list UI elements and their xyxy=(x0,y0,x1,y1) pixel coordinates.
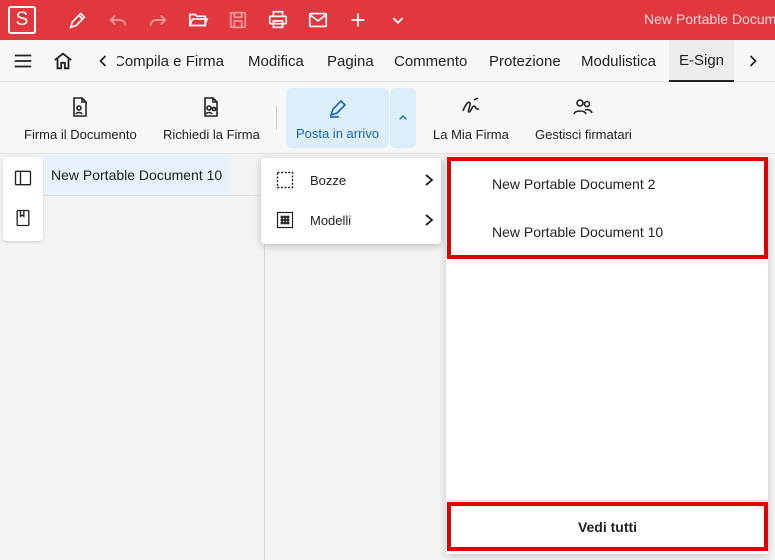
pen-nib-icon xyxy=(329,99,346,118)
submenu-item-bozze[interactable]: Bozze xyxy=(261,160,441,200)
manage-signers-label: Gestisci firmatari xyxy=(535,126,632,142)
pen-icon[interactable] xyxy=(66,8,90,32)
bookmark-icon[interactable] xyxy=(13,208,33,228)
submenu-item-label: Modelli xyxy=(310,212,352,228)
tab-label: Protezione xyxy=(489,52,561,70)
open-folder-icon[interactable] xyxy=(186,8,210,32)
inbox-dropdown-toggle[interactable] xyxy=(390,88,416,148)
document-title: New Portable Docum xyxy=(644,11,775,27)
document-sign-icon xyxy=(73,96,88,117)
recent-document-label: New Portable Document 10 xyxy=(492,224,664,240)
sign-document-label: Firma il Documento xyxy=(24,126,137,142)
app-logo: S xyxy=(8,6,36,34)
recent-document-label: New Portable Document 2 xyxy=(492,176,656,192)
title-bar: S New Portable Docum xyxy=(0,0,775,40)
request-signature-button[interactable]: Richiedi la Firma xyxy=(163,82,260,154)
submenu-item-label: Bozze xyxy=(310,172,347,188)
sidebar-toggle-icon[interactable] xyxy=(13,168,33,188)
request-signature-label: Richiedi la Firma xyxy=(163,126,260,142)
app-logo-letter: S xyxy=(15,9,29,30)
flyout-divider xyxy=(447,500,768,501)
tab-e-sign[interactable]: E-Sign xyxy=(669,40,735,82)
inbox-button[interactable]: Posta in arrivo xyxy=(286,88,389,148)
sign-document-button[interactable]: Firma il Documento xyxy=(24,82,137,154)
tab-bar: Compila e Firma Modifica Pagina Commento… xyxy=(0,40,775,82)
tab-modifica[interactable]: Modifica xyxy=(248,40,304,82)
left-panel xyxy=(3,196,265,560)
tab-protezione[interactable]: Protezione xyxy=(489,40,561,82)
mail-icon[interactable] xyxy=(306,8,330,32)
my-signature-label: La Mia Firma xyxy=(433,126,509,142)
tab-label: Modifica xyxy=(248,52,304,70)
users-icon xyxy=(573,98,594,114)
chevron-down-icon[interactable] xyxy=(386,8,410,32)
redo-icon[interactable] xyxy=(146,8,170,32)
signature-icon xyxy=(462,96,480,113)
document-tab[interactable]: New Portable Document 10 xyxy=(44,155,231,195)
dashed-square-icon xyxy=(276,171,294,189)
my-signature-button[interactable]: La Mia Firma xyxy=(433,82,509,154)
inbox-label: Posta in arrivo xyxy=(295,125,380,141)
tab-label: E-Sign xyxy=(679,51,725,69)
undo-icon[interactable] xyxy=(106,8,130,32)
save-icon[interactable] xyxy=(226,8,250,32)
document-tab-label: New Portable Document 10 xyxy=(51,167,223,183)
plus-icon[interactable] xyxy=(346,8,370,32)
document-area xyxy=(266,196,446,560)
document-users-icon xyxy=(204,96,219,117)
chevron-right-icon xyxy=(425,214,434,226)
see-all-button[interactable]: Vedi tutti xyxy=(447,502,768,551)
side-rail xyxy=(3,157,43,241)
inbox-submenu: Bozze Modelli xyxy=(261,158,441,244)
manage-signers-button[interactable]: Gestisci firmatari xyxy=(535,82,632,154)
tab-compila-e-firma[interactable]: Compila e Firma xyxy=(117,40,235,82)
chevron-right-icon xyxy=(425,174,434,186)
chevron-right-icon[interactable] xyxy=(742,50,764,72)
tab-label: Commento xyxy=(394,52,468,70)
tab-label: Modulistica xyxy=(581,52,657,70)
see-all-label: Vedi tutti xyxy=(577,518,638,535)
print-icon[interactable] xyxy=(266,8,290,32)
tab-commento[interactable]: Commento xyxy=(394,40,467,82)
ribbon-separator xyxy=(276,106,277,130)
submenu-item-modelli[interactable]: Modelli xyxy=(261,200,441,240)
home-icon[interactable] xyxy=(52,50,74,72)
ribbon-toolbar: Firma il Documento Richiedi la Firma Pos… xyxy=(0,82,775,154)
tab-label: Compila e Firma xyxy=(117,52,225,70)
chevron-up-icon xyxy=(399,115,407,120)
recent-document-item[interactable]: New Portable Document 2 xyxy=(492,176,655,192)
dotted-grid-icon xyxy=(276,211,294,229)
tab-modulistica[interactable]: Modulistica xyxy=(581,40,656,82)
recent-document-item[interactable]: New Portable Document 10 xyxy=(492,224,663,240)
hamburger-menu-icon[interactable] xyxy=(12,50,34,72)
tab-pagina[interactable]: Pagina xyxy=(327,40,374,82)
panel-divider xyxy=(44,195,265,196)
recent-documents-highlight xyxy=(447,157,768,259)
tab-label: Pagina xyxy=(327,52,374,70)
chevron-left-icon[interactable] xyxy=(92,50,114,72)
